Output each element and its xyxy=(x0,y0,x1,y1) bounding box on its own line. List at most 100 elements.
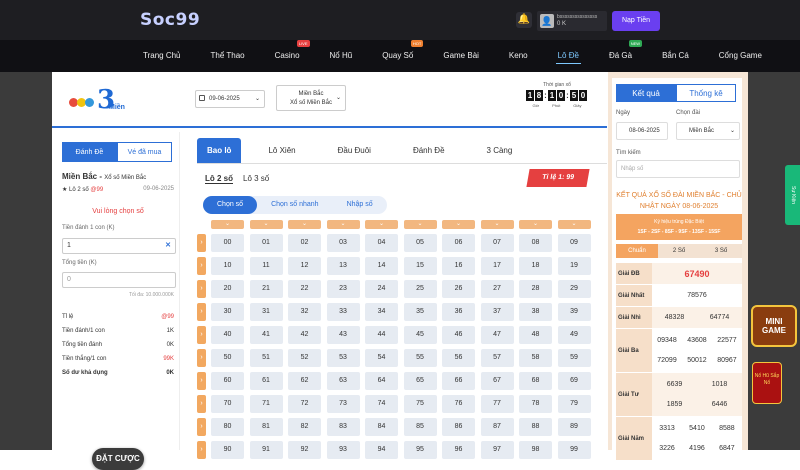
number-cell[interactable]: 85 xyxy=(403,418,437,436)
number-cell[interactable]: 27 xyxy=(480,280,514,298)
number-cell[interactable]: 42 xyxy=(288,326,321,344)
number-cell[interactable]: 46 xyxy=(442,326,475,344)
number-cell[interactable]: 59 xyxy=(557,349,591,367)
bet-type-tab[interactable]: Lô Xiên xyxy=(253,138,310,163)
number-cell[interactable]: 31 xyxy=(249,303,283,321)
tab-3-so[interactable]: 3 Số xyxy=(700,244,742,258)
notification-bell-icon[interactable]: 🔔 xyxy=(516,12,532,28)
nav-item[interactable]: Game Bài xyxy=(433,40,489,72)
number-cell[interactable]: 00 xyxy=(211,234,244,252)
result-date-input[interactable]: 08-06-2025 xyxy=(616,122,668,140)
subtab-lo-2-so[interactable]: Lô 2 số xyxy=(205,174,234,184)
number-cell[interactable]: 22 xyxy=(288,280,321,298)
number-cell[interactable]: 61 xyxy=(249,372,283,390)
number-cell[interactable]: 76 xyxy=(442,395,475,413)
number-cell[interactable]: 25 xyxy=(403,280,437,298)
number-cell[interactable]: 98 xyxy=(519,441,552,459)
number-cell[interactable]: 11 xyxy=(249,257,283,275)
number-cell[interactable]: 71 xyxy=(249,395,283,413)
number-cell[interactable]: 44 xyxy=(365,326,398,344)
nav-item[interactable]: Bắn Cá xyxy=(652,40,699,72)
account-box[interactable]: 👤 bsssssssssssssss 0 K xyxy=(537,11,607,31)
number-cell[interactable]: 05 xyxy=(403,234,437,252)
number-cell[interactable]: 23 xyxy=(326,280,360,298)
number-cell[interactable]: 24 xyxy=(365,280,398,298)
number-cell[interactable]: 45 xyxy=(403,326,437,344)
mode-nhap-so[interactable]: Nhập số xyxy=(333,196,387,214)
number-cell[interactable]: 37 xyxy=(480,303,514,321)
number-cell[interactable]: 39 xyxy=(557,303,591,321)
number-cell[interactable]: 51 xyxy=(249,349,283,367)
number-cell[interactable]: 64 xyxy=(365,372,398,390)
nav-item[interactable]: Thể Thao xyxy=(201,40,255,72)
number-cell[interactable]: 47 xyxy=(480,326,514,344)
number-cell[interactable]: 14 xyxy=(365,257,398,275)
number-cell[interactable]: 65 xyxy=(403,372,437,390)
number-cell[interactable]: 84 xyxy=(365,418,398,436)
number-cell[interactable]: 69 xyxy=(557,372,591,390)
number-cell[interactable]: 60 xyxy=(211,372,244,390)
number-cell[interactable]: 68 xyxy=(519,372,552,390)
nav-item[interactable]: Quay Số HOT xyxy=(372,40,424,72)
bet-type-tab[interactable]: 3 Càng xyxy=(472,138,528,163)
select-row-icon[interactable]: › xyxy=(197,234,206,252)
bet-type-tab[interactable]: Đầu Đuôi xyxy=(323,138,386,163)
number-cell[interactable]: 99 xyxy=(557,441,591,459)
number-cell[interactable]: 28 xyxy=(519,280,552,298)
number-cell[interactable]: 32 xyxy=(288,303,321,321)
number-cell[interactable]: 08 xyxy=(519,234,552,252)
number-cell[interactable]: 41 xyxy=(249,326,283,344)
select-column-icon[interactable]: ⌄ xyxy=(288,220,321,229)
tab-ket-qua[interactable]: Kết quả xyxy=(616,84,676,102)
number-cell[interactable]: 48 xyxy=(519,326,552,344)
nav-item[interactable]: Trang Chủ xyxy=(133,40,191,72)
select-row-icon[interactable]: › xyxy=(197,280,206,298)
number-cell[interactable]: 43 xyxy=(326,326,360,344)
region-select[interactable]: Miền Bắc Xổ số Miền Bắc ⌄ xyxy=(276,85,346,111)
number-cell[interactable]: 67 xyxy=(480,372,514,390)
tab-ve-da-mua[interactable]: Vé đã mua xyxy=(117,142,172,162)
select-column-icon[interactable]: ⌄ xyxy=(480,220,514,229)
number-cell[interactable]: 83 xyxy=(326,418,360,436)
side-event-tab[interactable]: Sự Kiện xyxy=(785,165,800,225)
select-column-icon[interactable]: ⌄ xyxy=(211,220,244,229)
number-cell[interactable]: 62 xyxy=(288,372,321,390)
number-cell[interactable]: 19 xyxy=(557,257,591,275)
number-cell[interactable]: 91 xyxy=(249,441,283,459)
nav-item[interactable]: Đá Gà NEW xyxy=(599,40,643,72)
number-cell[interactable]: 89 xyxy=(557,418,591,436)
select-column-icon[interactable]: ⌄ xyxy=(442,220,475,229)
number-cell[interactable]: 78 xyxy=(519,395,552,413)
number-cell[interactable]: 06 xyxy=(442,234,475,252)
number-cell[interactable]: 12 xyxy=(288,257,321,275)
number-cell[interactable]: 09 xyxy=(557,234,591,252)
select-row-icon[interactable]: › xyxy=(197,441,206,459)
number-cell[interactable]: 87 xyxy=(480,418,514,436)
tab-danh-de[interactable]: Đánh Đề xyxy=(62,142,117,162)
number-cell[interactable]: 52 xyxy=(288,349,321,367)
number-cell[interactable]: 01 xyxy=(249,234,283,252)
minigame-widget[interactable]: MINI GAME xyxy=(751,305,797,347)
number-cell[interactable]: 80 xyxy=(211,418,244,436)
number-cell[interactable]: 15 xyxy=(403,257,437,275)
select-row-icon[interactable]: › xyxy=(197,372,206,390)
date-select[interactable]: 09-06-2025 ⌄ xyxy=(195,90,265,108)
number-cell[interactable]: 72 xyxy=(288,395,321,413)
select-row-icon[interactable]: › xyxy=(197,303,206,321)
nav-item[interactable]: Keno xyxy=(499,40,538,72)
bet-type-tab[interactable]: Đánh Đề xyxy=(398,138,460,163)
number-cell[interactable]: 70 xyxy=(211,395,244,413)
unit-amount-input[interactable]: 1 ✕ xyxy=(62,238,176,254)
number-cell[interactable]: 16 xyxy=(442,257,475,275)
nav-item[interactable]: Casino LIVE xyxy=(265,40,310,72)
number-cell[interactable]: 92 xyxy=(288,441,321,459)
place-bet-button[interactable]: ĐẶT CƯỢC xyxy=(92,448,144,470)
number-cell[interactable]: 66 xyxy=(442,372,475,390)
number-cell[interactable]: 03 xyxy=(326,234,360,252)
number-cell[interactable]: 30 xyxy=(211,303,244,321)
number-cell[interactable]: 97 xyxy=(480,441,514,459)
select-column-icon[interactable]: ⌄ xyxy=(403,220,437,229)
number-cell[interactable]: 21 xyxy=(249,280,283,298)
nav-item[interactable]: Nổ Hũ xyxy=(320,40,363,72)
number-cell[interactable]: 02 xyxy=(288,234,321,252)
